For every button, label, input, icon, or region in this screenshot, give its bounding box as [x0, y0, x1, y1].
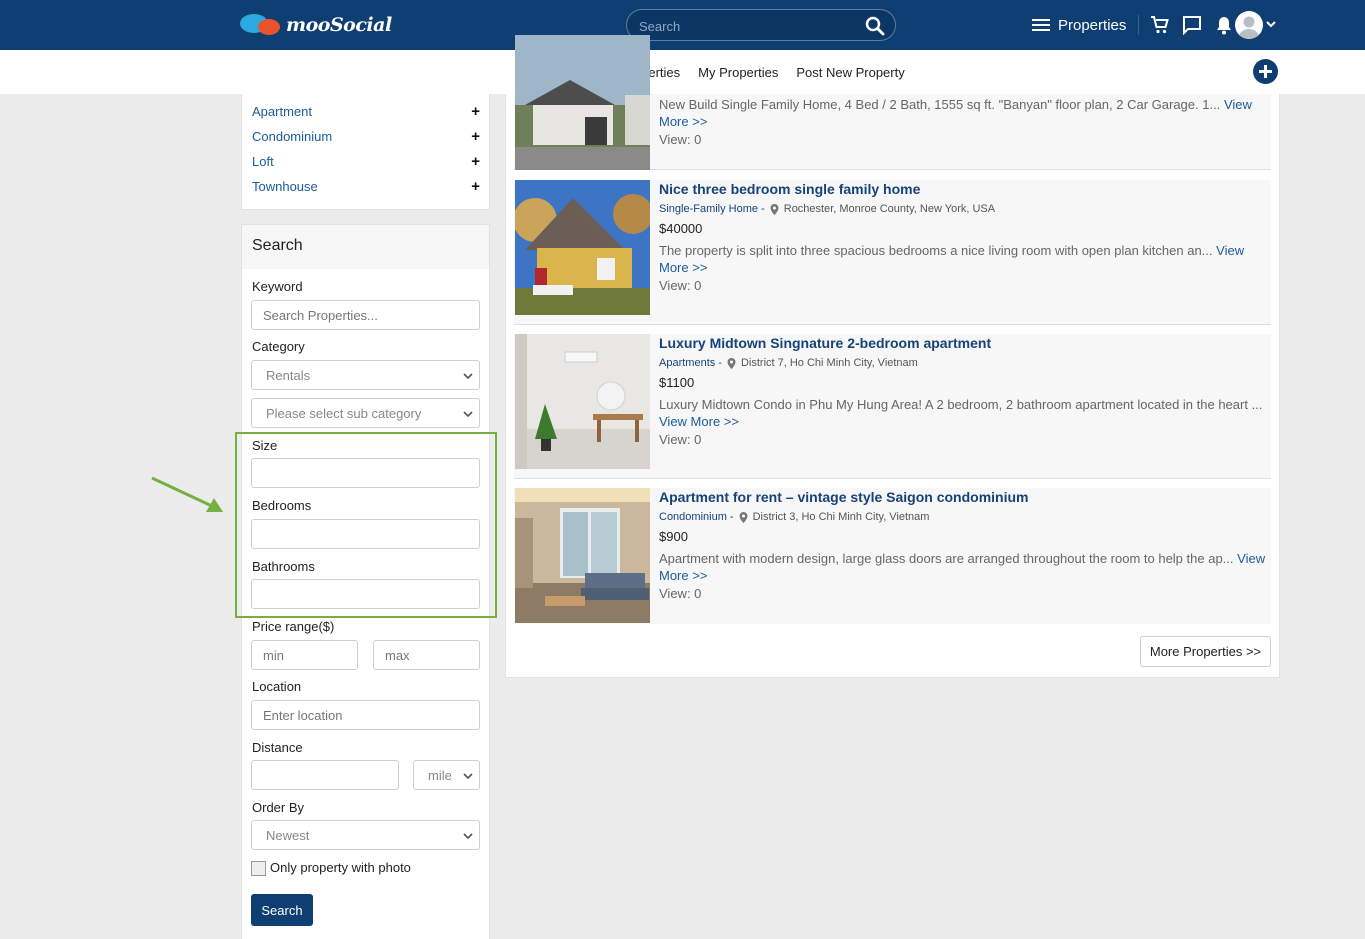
category-list: Apartment + Condominium + Loft + Townhou…: [241, 94, 490, 210]
expand-icon[interactable]: +: [471, 128, 480, 145]
site-logo[interactable]: mooSocial: [240, 11, 392, 39]
subnav-my-properties[interactable]: My Properties: [698, 65, 778, 80]
property-thumbnail[interactable]: [515, 35, 650, 170]
category-label[interactable]: Apartment: [252, 104, 312, 119]
location-label: Location: [252, 679, 302, 694]
category-label[interactable]: Loft: [252, 154, 274, 169]
chevron-down-icon: [463, 833, 473, 840]
property-category[interactable]: Condominium -: [659, 511, 734, 523]
keyword-label: Keyword: [252, 279, 303, 294]
property-meta: Single-Family Home - Rochester, Monroe C…: [659, 203, 1269, 215]
message-icon[interactable]: [1181, 14, 1203, 36]
top-navbar: mooSocial Properties: [0, 0, 1365, 50]
category-label: Category: [252, 339, 305, 354]
price-max-input[interactable]: [373, 640, 480, 670]
property-location: Rochester, Monroe County, New York, USA: [783, 203, 996, 215]
location-input[interactable]: [251, 700, 480, 730]
category-item-apartment[interactable]: Apartment +: [252, 101, 480, 121]
property-title[interactable]: Luxury Midtown Singnature 2-bedroom apar…: [659, 334, 1269, 352]
subcategory-select-value: Please select sub category: [266, 405, 422, 421]
price-range-label: Price range($): [252, 619, 335, 634]
expand-icon[interactable]: +: [471, 153, 480, 170]
price-min-input[interactable]: [251, 640, 358, 670]
properties-menu[interactable]: Properties: [1032, 15, 1140, 35]
sub-navbar: Find Properties My Properties Post New P…: [0, 50, 1365, 94]
property-item[interactable]: New Build Single Family Home, 4 Bed / 2 …: [514, 35, 1271, 170]
search-panel-title: Search: [242, 225, 489, 269]
property-price: $1100: [659, 375, 695, 390]
property-title[interactable]: Nice three bedroom single family home: [659, 180, 1269, 198]
property-description: Luxury Midtown Condo in Phu My Hung Area…: [659, 397, 1263, 429]
expand-icon[interactable]: +: [471, 103, 480, 120]
logo-bubbles-icon: [240, 11, 284, 39]
category-item-condominium[interactable]: Condominium +: [252, 126, 480, 146]
user-avatar[interactable]: [1235, 11, 1263, 39]
subcategory-select[interactable]: Please select sub category: [251, 398, 480, 428]
highlight-box: [235, 432, 497, 618]
more-properties-button[interactable]: More Properties >>: [1140, 636, 1271, 667]
property-description: The property is split into three spaciou…: [659, 243, 1245, 275]
category-select[interactable]: Rentals: [251, 360, 480, 390]
property-description: New Build Single Family Home, 4 Bed / 2 …: [659, 97, 1252, 129]
chevron-down-icon: [463, 373, 473, 380]
chevron-down-icon: [463, 411, 473, 418]
property-views: View: 0: [659, 132, 702, 147]
category-label[interactable]: Townhouse: [252, 179, 318, 194]
property-thumbnail[interactable]: [515, 334, 650, 469]
property-location: District 3, Ho Chi Minh City, Vietnam: [752, 511, 930, 523]
global-search: [626, 9, 896, 41]
logo-text: mooSocial: [286, 14, 392, 36]
view-more-link[interactable]: View More >>: [659, 414, 739, 429]
category-item-loft[interactable]: Loft +: [252, 151, 480, 171]
location-pin-icon: [770, 203, 779, 215]
property-item[interactable]: Nice three bedroom single family home Si…: [514, 180, 1271, 325]
menu-icon: [1032, 18, 1050, 32]
search-icon[interactable]: [865, 16, 885, 36]
property-location: District 7, Ho Chi Minh City, Vietnam: [740, 357, 918, 369]
location-pin-icon: [727, 357, 736, 369]
property-item[interactable]: Luxury Midtown Singnature 2-bedroom apar…: [514, 334, 1271, 479]
property-views: View: 0: [659, 432, 702, 447]
property-price: $900: [659, 529, 688, 544]
add-property-button[interactable]: [1253, 59, 1278, 84]
chevron-down-icon: [463, 773, 473, 780]
property-meta: Condominium - District 3, Ho Chi Minh Ci…: [659, 511, 1269, 523]
properties-menu-label: Properties: [1058, 16, 1127, 34]
distance-label: Distance: [252, 740, 303, 755]
property-list: New Build Single Family Home, 4 Bed / 2 …: [505, 35, 1280, 678]
property-category[interactable]: Apartments -: [659, 357, 722, 369]
order-by-select[interactable]: Newest: [251, 820, 480, 850]
photo-only-checkbox[interactable]: [251, 861, 266, 876]
property-title[interactable]: Apartment for rent – vintage style Saigo…: [659, 488, 1269, 506]
property-views: View: 0: [659, 586, 702, 601]
expand-icon[interactable]: +: [471, 178, 480, 195]
property-views: View: 0: [659, 278, 702, 293]
property-description: Apartment with modern design, large glas…: [659, 551, 1266, 583]
order-by-label: Order By: [252, 800, 305, 815]
subnav-post-new-property[interactable]: Post New Property: [796, 65, 904, 80]
category-select-value: Rentals: [266, 367, 311, 383]
location-pin-icon: [739, 511, 748, 523]
keyword-input[interactable]: [251, 300, 480, 330]
category-label[interactable]: Condominium: [252, 129, 332, 144]
property-item[interactable]: Apartment for rent – vintage style Saigo…: [514, 488, 1271, 624]
category-item-townhouse[interactable]: Townhouse +: [252, 176, 480, 196]
property-price: $40000: [659, 221, 703, 236]
cart-icon[interactable]: [1149, 14, 1171, 36]
search-button[interactable]: Search: [251, 894, 313, 926]
global-search-input[interactable]: [639, 16, 859, 36]
distance-unit-select[interactable]: mile: [413, 760, 480, 790]
bell-icon[interactable]: [1213, 14, 1235, 36]
distance-unit-value: mile: [428, 767, 452, 783]
order-by-value: Newest: [266, 827, 310, 843]
property-category[interactable]: Single-Family Home -: [659, 203, 765, 215]
arrow-icon: [151, 476, 223, 512]
photo-only-label: Only property with photo: [270, 860, 411, 875]
distance-input[interactable]: [251, 760, 399, 790]
property-thumbnail[interactable]: [515, 180, 650, 315]
property-thumbnail[interactable]: [515, 488, 650, 623]
chevron-down-icon[interactable]: [1265, 18, 1277, 30]
header-actions: Properties: [1032, 0, 1235, 50]
property-meta: Apartments - District 7, Ho Chi Minh Cit…: [659, 357, 1269, 369]
